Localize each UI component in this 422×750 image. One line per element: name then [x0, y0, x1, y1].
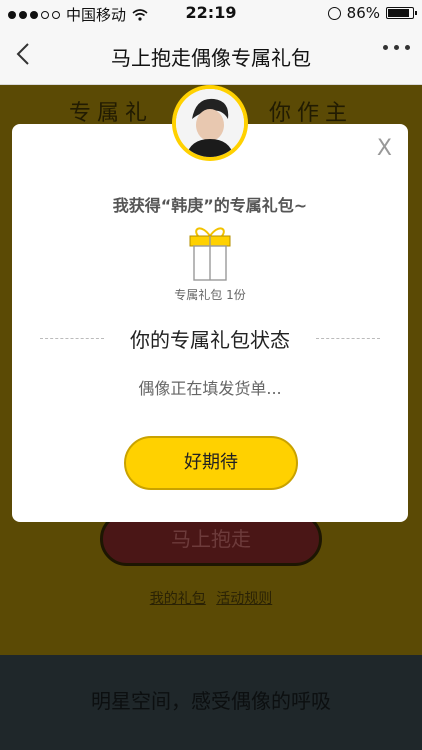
footer-slogan: 明星空间，感受偶像的呼吸: [91, 689, 331, 713]
battery-percent: 86%: [346, 4, 380, 22]
headline-right: 你作主: [269, 101, 354, 126]
looking-forward-button[interactable]: 好期待: [124, 436, 298, 490]
divider-right: [316, 338, 380, 339]
status-bar: 中国移动 22:19 86%: [0, 0, 422, 28]
modal-title: 我获得“韩庚”的专属礼包~: [112, 196, 308, 215]
gift-modal: X 我获得“韩庚”的专属礼包~ 专属礼包 1份 你的专属礼包状态 偶像正在填发货…: [12, 124, 408, 522]
status-right: 86%: [327, 4, 417, 22]
avatar: [172, 85, 248, 161]
battery-icon: [386, 7, 417, 19]
page-title: 马上抱走偶像专属礼包: [111, 46, 311, 70]
more-icon[interactable]: [383, 45, 410, 50]
footer: 明星空间，感受偶像的呼吸: [0, 655, 422, 750]
rules-link[interactable]: 活动规则: [216, 591, 272, 607]
person-icon: [176, 89, 244, 157]
gift-caption: 专属礼包 1份: [174, 288, 246, 302]
gift-icon: [189, 227, 231, 281]
close-icon[interactable]: X: [377, 136, 392, 161]
avatar-image: [176, 89, 244, 157]
status-text: 偶像正在填发货单...: [138, 379, 282, 398]
my-gift-link[interactable]: 我的礼包: [150, 591, 206, 607]
nav-bar: 马上抱走偶像专属礼包: [0, 28, 422, 85]
headline-left: 专属礼: [68, 101, 153, 126]
links: 我的礼包 活动规则: [0, 588, 422, 608]
rotation-lock-icon: [327, 6, 341, 20]
